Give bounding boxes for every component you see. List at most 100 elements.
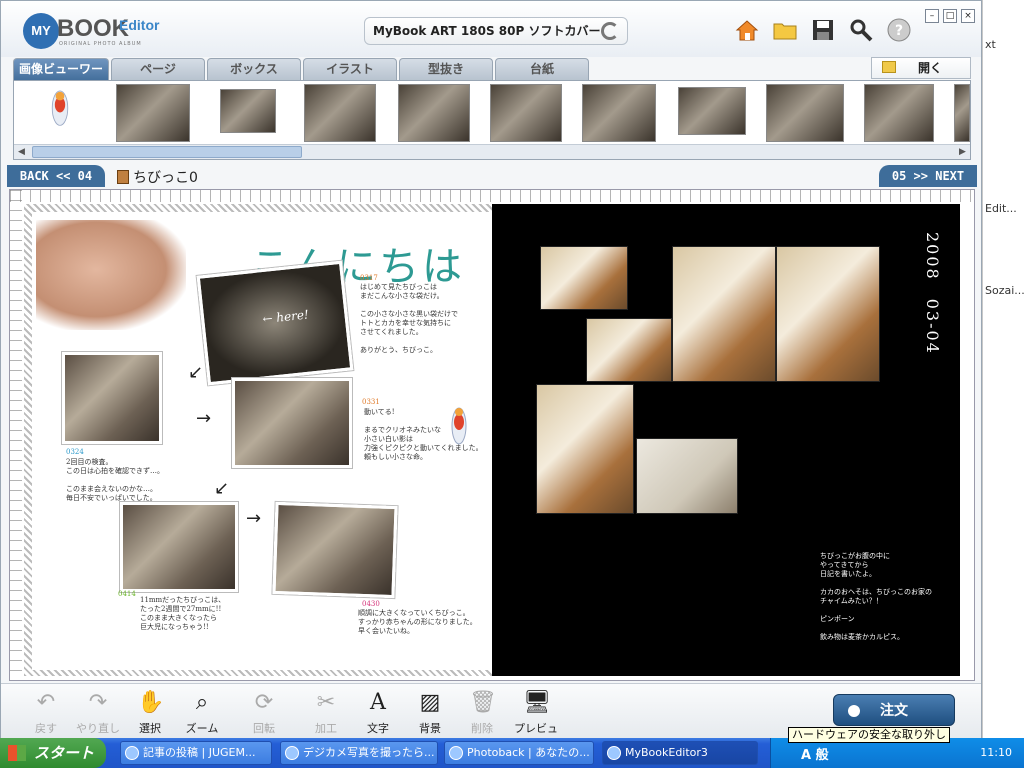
clione-illustration[interactable] [444, 400, 474, 450]
drink-photo[interactable] [536, 384, 634, 514]
taskbar-item[interactable]: デジカメ写真を撮ったら... [280, 741, 438, 765]
taskbar-item-label: MyBookEditor3 [625, 746, 708, 759]
taskbar-item-active[interactable]: MyBookEditor3 [602, 741, 758, 765]
ie-icon [125, 746, 139, 760]
spread-canvas[interactable]: こんにちは ← here! 0317 はじめて見たちびっこは まだこんな小さな袋… [9, 189, 975, 681]
food-photo[interactable] [586, 318, 672, 382]
order-button[interactable]: 注文 [833, 694, 955, 726]
mybook-app-icon [607, 746, 621, 760]
mybook-logo: MY BOOK Editor ORIGINAL PHOTO ALBUM [23, 13, 173, 49]
logo-editor-text: Editor [119, 17, 160, 33]
background-button[interactable]: ▨ 背景 [407, 690, 453, 736]
note-text[interactable]: 順調に大きくなっていくちびっこ。 すっかり赤ちゃんの形になりました。 早く会いた… [358, 609, 477, 636]
windows-logo-icon [8, 745, 26, 761]
food-photo[interactable] [776, 246, 880, 382]
save-icon[interactable] [810, 17, 836, 43]
delete-button[interactable]: 🗑 削除 [459, 690, 505, 736]
thumbnail-photo[interactable] [398, 84, 470, 142]
thumbnail-photo[interactable] [582, 84, 656, 142]
arrow-down-left-icon: ↙ [188, 362, 204, 383]
text-icon: A [370, 690, 386, 715]
scroll-right-icon[interactable]: ▶ [955, 145, 970, 159]
rotate-button[interactable]: ⟳ 回転 [241, 690, 287, 736]
note-text[interactable]: 2回目の検査。 この日は心拍を確認できず…。 このまま会えないのかな…。 毎日不… [66, 458, 164, 503]
select-label: 選択 [139, 722, 161, 735]
right-page-note[interactable]: ちびっこがお腹の中に やってきてから 日記を書いたよ。 カカのおヘそは、ちびっこ… [820, 552, 932, 642]
tab-mount[interactable]: 台紙 [495, 58, 589, 80]
thumbnail-figure[interactable] [38, 84, 82, 134]
tools-icon[interactable] [848, 17, 874, 43]
note-date: 0430 [362, 600, 380, 608]
ie-icon [449, 746, 463, 760]
strip-text: Edit... [985, 202, 1017, 215]
tab-image-viewer[interactable]: 画像ビューワー [13, 58, 109, 80]
product-label: MyBook ART 180S 80P ソフトカバー [373, 24, 601, 38]
spread-date[interactable]: 2008 03-04 [920, 232, 944, 355]
product-selector[interactable]: MyBook ART 180S 80P ソフトカバー [364, 17, 628, 45]
open-folder-icon [882, 61, 896, 73]
note-date: 0317 [360, 274, 378, 282]
background-label: 背景 [419, 722, 441, 735]
image-thumbnail-strip: ◀ ▶ [13, 80, 971, 160]
page-name: ちびっこ0 [117, 167, 198, 187]
select-button[interactable]: ✋ 選択 [127, 690, 173, 736]
thumbnail-photo[interactable] [304, 84, 376, 142]
taskbar-item[interactable]: 記事の投稿 | JUGEM... [120, 741, 272, 765]
start-button[interactable]: スタート [0, 738, 106, 768]
open-button-label: 開く [917, 61, 942, 75]
strip-text: xt [985, 38, 996, 51]
minimize-button[interactable]: – [925, 9, 939, 23]
redo-button[interactable]: ↷ やり直し [75, 690, 121, 736]
refresh-icon[interactable] [601, 22, 619, 40]
undo-button[interactable]: ↶ 戻す [23, 690, 69, 736]
close-button[interactable]: × [961, 9, 975, 23]
ultrasound-photo-main[interactable]: ← here! [196, 260, 354, 386]
mybook-editor-window: MY BOOK Editor ORIGINAL PHOTO ALBUM MyBo… [0, 0, 982, 751]
open-button[interactable]: 開く [871, 57, 971, 79]
home-icon[interactable] [734, 17, 760, 43]
help-icon[interactable]: ? [886, 17, 912, 43]
thumbnail-photo[interactable] [954, 84, 970, 142]
ultrasound-photo[interactable] [120, 502, 238, 592]
note-text[interactable]: はじめて見たちびっこは まだこんな小さな袋だけ。 この小さな小さな黒い袋だけで … [360, 283, 458, 355]
edit-button[interactable]: ✂ 加工 [303, 690, 349, 736]
tab-diecut[interactable]: 型抜き [399, 58, 493, 80]
ultrasound-photo[interactable] [62, 352, 162, 444]
tab-box[interactable]: ボックス [207, 58, 301, 80]
thumbnail-photo[interactable] [678, 87, 746, 135]
thumbnail-photo[interactable] [766, 84, 844, 142]
diary-photo[interactable] [636, 438, 738, 514]
food-photo[interactable] [672, 246, 776, 382]
book-icon [117, 170, 129, 184]
order-label: 注文 [880, 703, 908, 719]
thumbnail-photo[interactable] [864, 84, 934, 142]
scroll-left-icon[interactable]: ◀ [14, 145, 29, 159]
hand-photo[interactable] [36, 220, 186, 330]
next-button[interactable]: 05 >> NEXT [879, 165, 977, 187]
folder-icon[interactable] [772, 17, 798, 43]
ultrasound-photo[interactable] [232, 378, 352, 468]
ime-indicator[interactable]: A 般 [801, 744, 829, 763]
taskbar-item[interactable]: Photoback | あなたの... [444, 741, 594, 765]
note-text[interactable]: 11mmだったちびっこは、 たった2週間で27mmに!! このまま大きくなったら… [140, 596, 225, 632]
thumbnail-photo[interactable] [220, 89, 276, 133]
svg-text:?: ? [895, 23, 903, 39]
food-photo[interactable] [540, 246, 628, 310]
thumbnail-photo[interactable] [490, 84, 562, 142]
zoom-button[interactable]: ⌕ ズーム [179, 690, 225, 736]
scrollbar-thumb[interactable] [32, 146, 302, 158]
undo-icon: ↶ [36, 690, 56, 715]
rotate-label: 回転 [253, 722, 275, 735]
clock[interactable]: 11:10 [980, 746, 1012, 759]
right-page[interactable]: 2008 03-04 ちびっこがお腹の中に やってきてから 日記を書いたよ。 カ… [492, 204, 960, 676]
thumbnail-scrollbar[interactable]: ◀ ▶ [14, 144, 970, 159]
tab-illust[interactable]: イラスト [303, 58, 397, 80]
thumbnail-photo[interactable] [116, 84, 190, 142]
tab-page[interactable]: ページ [111, 58, 205, 80]
maximize-button[interactable]: □ [943, 9, 957, 23]
back-button[interactable]: BACK << 04 [7, 165, 105, 187]
undo-label: 戻す [35, 722, 57, 735]
left-page[interactable]: こんにちは ← here! 0317 はじめて見たちびっこは まだこんな小さな袋… [32, 212, 492, 670]
text-button[interactable]: A 文字 [355, 690, 401, 736]
ultrasound-photo[interactable] [272, 501, 398, 599]
